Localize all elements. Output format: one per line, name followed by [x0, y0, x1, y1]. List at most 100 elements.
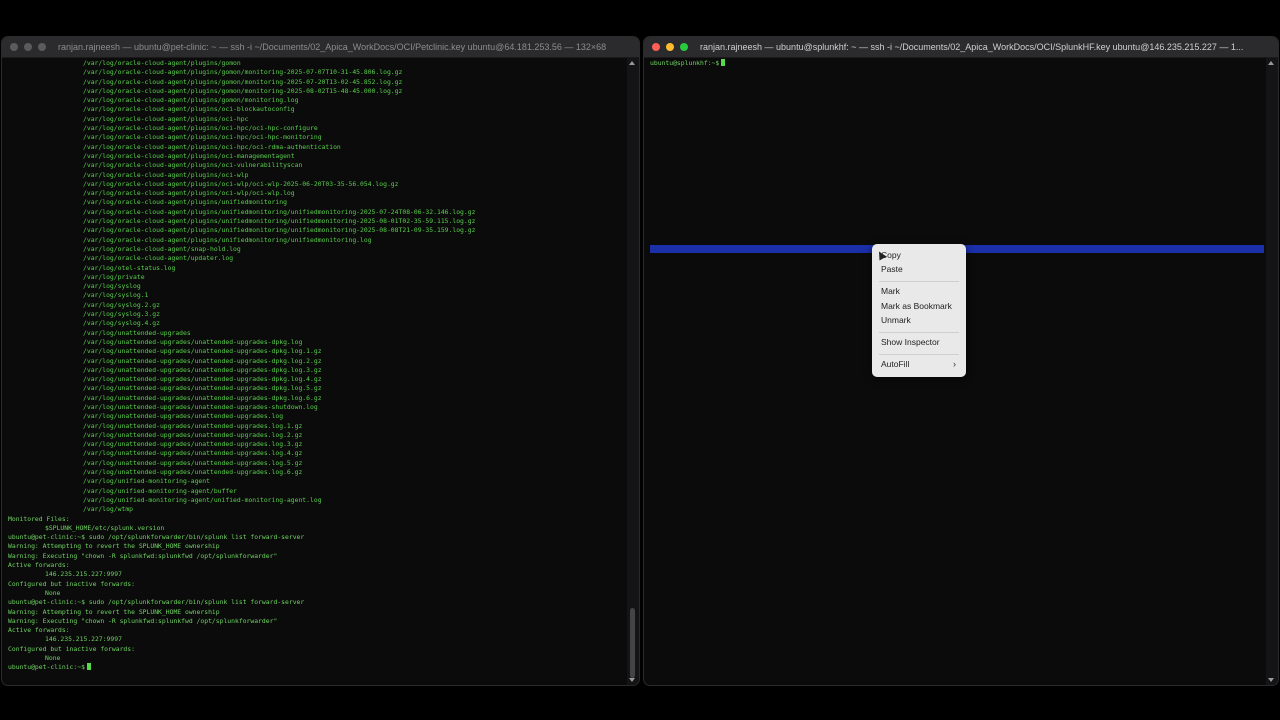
- menu-item-mark[interactable]: Mark: [881, 285, 960, 298]
- menu-item-paste[interactable]: Paste: [881, 263, 960, 276]
- terminal-line: Warning: Executing "chown -R splunkfwd:s…: [8, 551, 278, 560]
- terminal-line: /var/log/oracle-cloud-agent/plugins/oci-…: [83, 161, 303, 170]
- terminal-line: /var/log/syslog: [83, 282, 141, 291]
- terminal-line: /var/log/oracle-cloud-agent/plugins/oci-…: [83, 124, 318, 133]
- terminal-line: /var/log/unattended-upgrades/unattended-…: [83, 468, 303, 477]
- terminal-line: None: [45, 588, 61, 597]
- terminal-line: /var/log/unattended-upgrades/unattended-…: [83, 337, 303, 346]
- terminal-line: /var/log/unattended-upgrades/unattended-…: [83, 421, 303, 430]
- terminal-line: /var/log/unattended-upgrades/unattended-…: [83, 393, 322, 402]
- terminal-line: /var/log/unattended-upgrades/unattended-…: [83, 430, 303, 439]
- terminal-line: /var/log/unified-monitoring-agent/buffer: [83, 486, 237, 495]
- window-title: ranjan.rajneesh — ubuntu@pet-clinic: ~ —…: [58, 42, 607, 52]
- terminal-line: /var/log/oracle-cloud-agent/updater.log: [83, 254, 234, 263]
- terminal-line: /var/log/unattended-upgrades: [83, 328, 191, 337]
- terminal-line: /var/log/oracle-cloud-agent/plugins/oci-…: [83, 151, 295, 160]
- terminal-line: /var/log/oracle-cloud-agent/plugins/oci-…: [83, 105, 295, 114]
- scrollbar-thumb[interactable]: [630, 608, 635, 678]
- terminal-line: 146.235.215.227:9997: [45, 570, 122, 579]
- menu-item-autofill[interactable]: AutoFill ›: [881, 358, 960, 371]
- close-button[interactable]: [652, 43, 660, 51]
- terminal-line: /var/log/syslog.2.gz: [83, 300, 160, 309]
- terminal-line: Configured but inactive forwards:: [8, 644, 135, 653]
- terminal-line: Monitored Files:: [8, 514, 70, 523]
- menu-item-copy[interactable]: Copy: [881, 249, 960, 262]
- minimize-button[interactable]: [666, 43, 674, 51]
- terminal-window-pet-clinic[interactable]: ranjan.rajneesh — ubuntu@pet-clinic: ~ —…: [2, 37, 639, 685]
- terminal-line: Warning: Executing "chown -R splunkfwd:s…: [8, 616, 278, 625]
- scrollbar[interactable]: [627, 58, 639, 685]
- terminal-line: /var/log/unattended-upgrades/unattended-…: [83, 458, 303, 467]
- terminal-line: /var/log/syslog.4.gz: [83, 319, 160, 328]
- terminal-line: /var/log/private: [83, 272, 145, 281]
- terminal-line: /var/log/oracle-cloud-agent/plugins/oci-…: [83, 179, 399, 188]
- close-button[interactable]: [10, 43, 18, 51]
- zoom-button[interactable]: [680, 43, 688, 51]
- menu-separator: [879, 354, 959, 355]
- terminal-line: /var/log/unattended-upgrades/unattended-…: [83, 356, 322, 365]
- shell-prompt: ubuntu@pet-clinic:~$: [8, 663, 85, 672]
- terminal-line: /var/log/oracle-cloud-agent/plugins/gomo…: [83, 68, 403, 77]
- zoom-button[interactable]: [38, 43, 46, 51]
- terminal-line: /var/log/oracle-cloud-agent/plugins/unif…: [83, 226, 476, 235]
- terminal-line: /var/log/syslog.3.gz: [83, 310, 160, 319]
- menu-separator: [879, 332, 959, 333]
- terminal-line: /var/log/unattended-upgrades/unattended-…: [83, 347, 322, 356]
- terminal-line: /var/log/unified-monitoring-agent/unifie…: [83, 495, 322, 504]
- terminal-line: Configured but inactive forwards:: [8, 579, 135, 588]
- terminal-output[interactable]: /var/log/oracle-cloud-agent/plugins/gomo…: [2, 58, 627, 685]
- terminal-line: Warning: Attempting to revert the SPLUNK…: [8, 607, 220, 616]
- terminal-line: /var/log/wtmp: [83, 505, 134, 514]
- terminal-line: /var/log/unattended-upgrades/unattended-…: [83, 384, 322, 393]
- terminal-line: /var/log/oracle-cloud-agent/plugins/oci-…: [83, 142, 341, 151]
- terminal-line: /var/log/oracle-cloud-agent/plugins/gomo…: [83, 59, 241, 67]
- terminal-line: /var/log/oracle-cloud-agent/plugins/unif…: [83, 207, 476, 216]
- text-cursor: [86, 663, 91, 671]
- context-menu: Copy Paste Mark Mark as Bookmark Unmark …: [872, 244, 966, 377]
- terminal-line: /var/log/oracle-cloud-agent/plugins/oci-…: [83, 133, 322, 142]
- terminal-line: None: [45, 654, 61, 662]
- scroll-up-arrow-icon[interactable]: [1268, 61, 1274, 65]
- window-controls: [652, 43, 688, 51]
- minimize-button[interactable]: [24, 43, 32, 51]
- prompt-line: ubuntu@pet-clinic:~$: [8, 663, 621, 672]
- terminal-line: /var/log/oracle-cloud-agent/plugins/unif…: [83, 217, 476, 226]
- menu-item-show-inspector[interactable]: Show Inspector: [881, 336, 960, 349]
- menu-item-unmark[interactable]: Unmark: [881, 314, 960, 327]
- terminal-line: /var/log/oracle-cloud-agent/plugins/gomo…: [83, 77, 403, 86]
- window-title: ranjan.rajneesh — ubuntu@splunkhf: ~ — s…: [700, 42, 1244, 52]
- terminal-line: /var/log/oracle-cloud-agent/plugins/oci-…: [83, 114, 249, 123]
- terminal-line: $SPLUNK_HOME/etc/splunk.version: [45, 523, 165, 532]
- chevron-right-icon: ›: [953, 359, 956, 369]
- scroll-up-arrow-icon[interactable]: [629, 61, 635, 65]
- menu-item-mark-as-bookmark[interactable]: Mark as Bookmark: [881, 300, 960, 313]
- terminal-line: 146.235.215.227:9997: [45, 635, 122, 644]
- terminal-line: ubuntu@pet-clinic:~$ sudo /opt/splunkfor…: [8, 598, 305, 607]
- terminal-line: /var/log/oracle-cloud-agent/snap-hold.lo…: [83, 244, 241, 253]
- terminal-line: /var/log/oracle-cloud-agent/plugins/oci-…: [83, 170, 249, 179]
- text-cursor: [721, 59, 726, 66]
- terminal-line: /var/log/unattended-upgrades/unattended-…: [83, 402, 318, 411]
- title-bar[interactable]: ranjan.rajneesh — ubuntu@pet-clinic: ~ —…: [2, 37, 639, 58]
- terminal-line: ubuntu@pet-clinic:~$ sudo /opt/splunkfor…: [8, 533, 305, 542]
- scrollbar[interactable]: [1266, 58, 1278, 685]
- terminal-line: /var/log/unattended-upgrades/unattended-…: [83, 449, 303, 458]
- menu-separator: [879, 281, 959, 282]
- terminal-line: /var/log/otel-status.log: [83, 263, 176, 272]
- scroll-down-arrow-icon[interactable]: [629, 678, 635, 682]
- title-bar[interactable]: ranjan.rajneesh — ubuntu@splunkhf: ~ — s…: [644, 37, 1278, 58]
- terminal-line: /var/log/unattended-upgrades/unattended-…: [83, 375, 322, 384]
- shell-prompt: ubuntu@splunkhf:~$: [650, 59, 720, 67]
- terminal-line: /var/log/unattended-upgrades/unattended-…: [83, 365, 322, 374]
- terminal-line: /var/log/oracle-cloud-agent/plugins/unif…: [83, 198, 287, 207]
- scroll-down-arrow-icon[interactable]: [1268, 678, 1274, 682]
- terminal-line: /var/log/unattended-upgrades/unattended-…: [83, 412, 284, 421]
- terminal-line: /var/log/unattended-upgrades/unattended-…: [83, 440, 303, 449]
- terminal-line: Warning: Attempting to revert the SPLUNK…: [8, 542, 220, 551]
- terminal-line: /var/log/unified-monitoring-agent: [83, 477, 210, 486]
- window-controls: [10, 43, 46, 51]
- prompt-line: ubuntu@splunkhf:~$: [650, 59, 1260, 68]
- terminal-line: Active forwards:: [8, 626, 70, 635]
- terminal-line: Active forwards:: [8, 561, 70, 570]
- terminal-line: /var/log/oracle-cloud-agent/plugins/unif…: [83, 235, 372, 244]
